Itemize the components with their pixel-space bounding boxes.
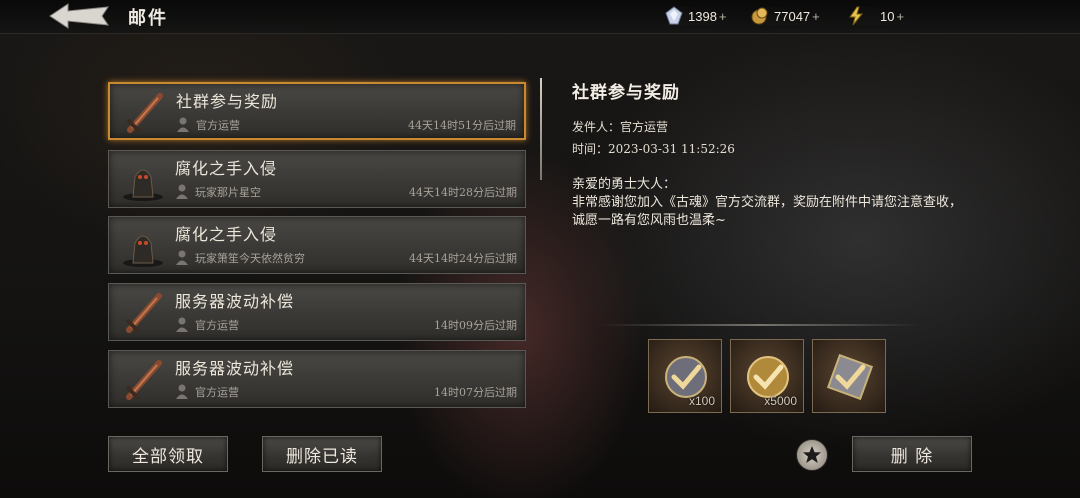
mail-expire: 44天14时28分后过期 xyxy=(409,186,517,199)
sword-icon xyxy=(119,357,167,403)
attachment-qty: x100 xyxy=(688,394,715,408)
attachment-qty: x5000 xyxy=(764,394,797,408)
crystal-add-icon[interactable]: + xyxy=(719,9,727,24)
person-icon xyxy=(175,183,189,199)
sender-value: 官方运营 xyxy=(620,120,669,134)
person-icon xyxy=(176,116,190,132)
demon-icon xyxy=(119,157,167,203)
mail-subject: 服务器波动补偿 xyxy=(175,292,295,311)
person-icon xyxy=(175,249,189,265)
attachment-divider xyxy=(600,324,920,326)
gold-resource[interactable]: 77047 + xyxy=(750,5,826,27)
favorite-star-button[interactable] xyxy=(796,439,828,471)
energy-count: 10 xyxy=(880,8,895,24)
mail-subject: 腐化之手入侵 xyxy=(175,225,278,244)
detail-divider xyxy=(540,78,542,180)
detail-sender-row: 发件人：官方运营 xyxy=(572,118,668,135)
claimed-check-icon xyxy=(827,354,873,400)
crystal-count: 1398 xyxy=(688,8,717,24)
mail-item[interactable]: 腐化之手入侵 玩家箫笙今天依然贫穷 44天14时24分后过期 xyxy=(108,216,526,274)
mail-item[interactable]: 腐化之手入侵 玩家那片星空 44天14时28分后过期 xyxy=(108,150,526,208)
crystal-resource[interactable]: 1398 + xyxy=(664,5,733,27)
mail-subject: 社群参与奖励 xyxy=(176,92,279,111)
mail-item[interactable]: 服务器波动补偿 官方运营 14时09分后过期 xyxy=(108,283,526,341)
star-icon xyxy=(803,446,821,463)
mail-content: 非常感谢您加入《古魂》官方交流群，奖励在附件中请您注意查收，诚愿一路有您风雨也温… xyxy=(572,195,963,228)
gold-count: 77047 xyxy=(774,8,811,24)
sword-icon xyxy=(119,290,167,336)
mail-subject: 腐化之手入侵 xyxy=(175,159,278,178)
claim-all-button[interactable]: 全部领取 xyxy=(108,436,228,472)
mail-expire: 44天14时51分后过期 xyxy=(408,119,516,132)
mail-sender: 官方运营 xyxy=(196,119,240,132)
sword-icon xyxy=(120,90,168,136)
mail-expire: 14时07分后过期 xyxy=(434,386,517,399)
mail-sender: 玩家那片星空 xyxy=(195,186,261,199)
top-bar: 邮件 1398 + 77047 + 10 + xyxy=(0,0,1080,34)
energy-resource[interactable]: 10 + xyxy=(846,5,911,27)
energy-add-icon[interactable]: + xyxy=(896,9,904,24)
mail-sender: 官方运营 xyxy=(195,386,239,399)
person-icon xyxy=(175,316,189,332)
attachment-item[interactable] xyxy=(812,339,886,413)
page-title: 邮件 xyxy=(128,8,168,29)
mail-item[interactable]: 社群参与奖励 官方运营 44天14时51分后过期 xyxy=(108,82,526,140)
gold-coin-icon xyxy=(750,6,770,26)
time-label: 时间： xyxy=(572,142,609,156)
attachment-item[interactable]: x100 xyxy=(648,339,722,413)
mail-expire: 44天14时24分后过期 xyxy=(409,252,517,265)
attachment-item[interactable]: x5000 xyxy=(730,339,804,413)
person-icon xyxy=(175,383,189,399)
demon-icon xyxy=(119,223,167,269)
time-value: 2023-03-31 11:52:26 xyxy=(608,142,735,156)
crystal-icon xyxy=(664,6,684,26)
mail-sender: 玩家箫笙今天依然贫穷 xyxy=(195,252,305,265)
energy-bolt-icon xyxy=(846,6,866,26)
detail-title: 社群参与奖励 xyxy=(572,83,680,103)
delete-read-button[interactable]: 删除已读 xyxy=(262,436,382,472)
mail-expire: 14时09分后过期 xyxy=(434,319,517,332)
back-arrow-icon[interactable] xyxy=(48,2,114,32)
delete-button[interactable]: 删 除 xyxy=(852,436,972,472)
mail-greeting: 亲爱的勇士大人： xyxy=(572,177,677,192)
mail-body: 亲爱的勇士大人： 非常感谢您加入《古魂》官方交流群，奖励在附件中请您注意查收，诚… xyxy=(572,176,972,230)
detail-time-row: 时间：2023-03-31 11:52:26 xyxy=(572,140,735,157)
sender-label: 发件人： xyxy=(572,120,621,134)
mail-subject: 服务器波动补偿 xyxy=(175,359,295,378)
mail-item[interactable]: 服务器波动补偿 官方运营 14时07分后过期 xyxy=(108,350,526,408)
mail-sender: 官方运营 xyxy=(195,319,239,332)
gold-add-icon[interactable]: + xyxy=(812,9,820,24)
